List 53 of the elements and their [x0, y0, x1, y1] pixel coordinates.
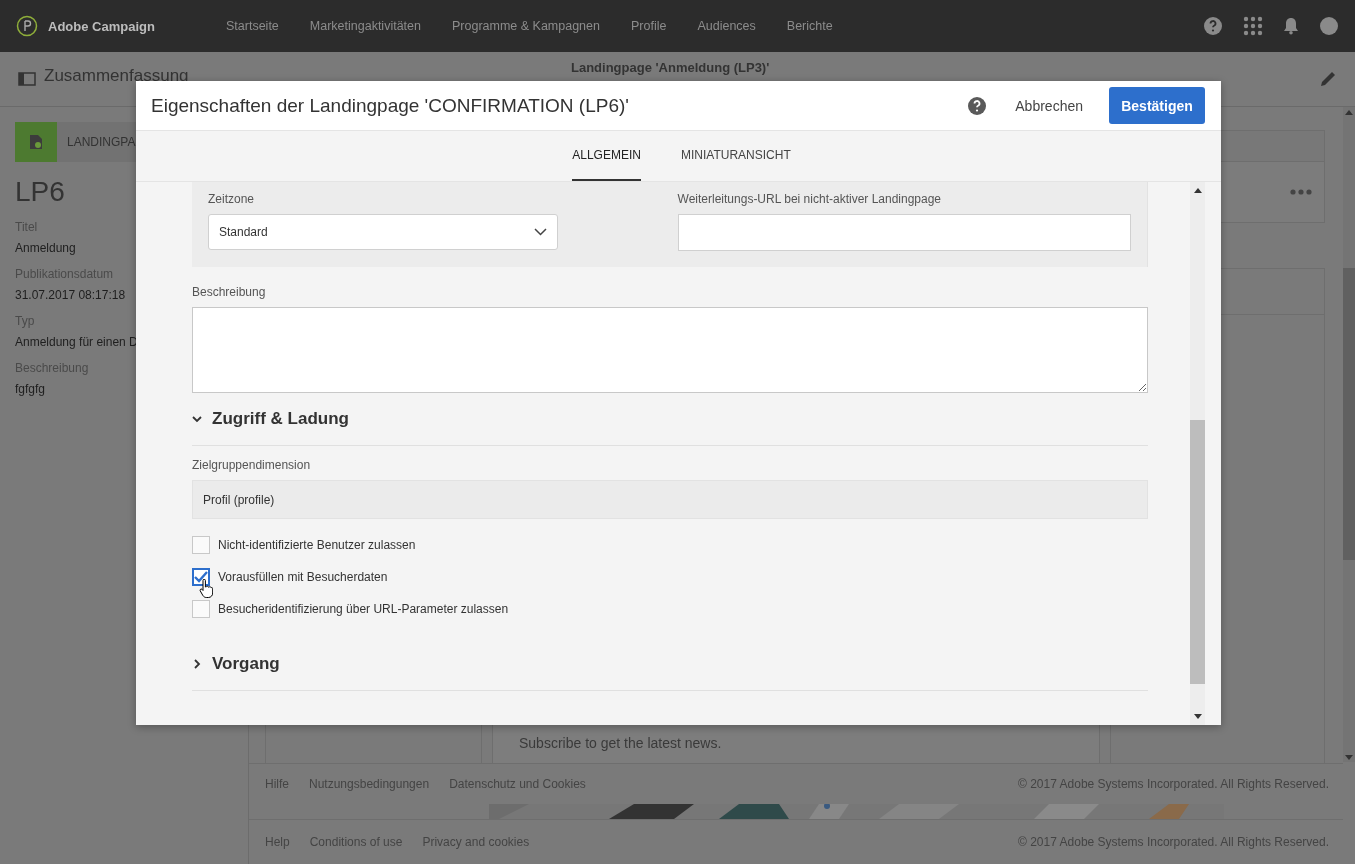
- panel-icon[interactable]: [18, 72, 36, 86]
- chevron-down-icon: [533, 228, 547, 236]
- logo-icon[interactable]: [16, 15, 38, 37]
- apps-grid-icon[interactable]: [1243, 16, 1263, 36]
- scroll-down-icon[interactable]: [1193, 714, 1202, 719]
- timezone-dropdown[interactable]: Standard: [208, 214, 558, 250]
- cancel-button[interactable]: Abbrechen: [1009, 89, 1089, 122]
- checkbox[interactable]: [192, 600, 210, 618]
- section-header[interactable]: Vorgang: [192, 638, 1148, 691]
- field-value: 31.07.2017 08:17:18: [15, 288, 126, 302]
- scroll-thumb[interactable]: [1190, 420, 1205, 684]
- scrollbar[interactable]: [1190, 182, 1205, 725]
- bell-icon[interactable]: [1283, 17, 1299, 35]
- help-icon[interactable]: [1203, 16, 1223, 36]
- page-icon: [29, 134, 43, 150]
- dialog-title: Eigenschaften der Landingpage 'CONFIRMATION (LP6)': [151, 94, 630, 117]
- field-label: Beschreibung: [192, 285, 267, 299]
- nav-link[interactable]: Audiences: [697, 19, 756, 33]
- field-label: Zeitzone: [208, 192, 256, 206]
- checkbox-label[interactable]: Nicht-identifizierte Benutzer zulassen: [218, 538, 416, 552]
- avatar-icon[interactable]: [1319, 16, 1339, 36]
- more-icon[interactable]: [1290, 189, 1312, 195]
- field-label: Zielgruppendimension: [192, 458, 312, 472]
- type-label: LANDINGPA: [67, 135, 136, 149]
- nav-link[interactable]: Startseite: [226, 19, 279, 33]
- checkbox[interactable]: [192, 536, 210, 554]
- confirm-button[interactable]: Bestätigen: [1109, 87, 1205, 124]
- hand-cursor-icon: [199, 579, 213, 598]
- teaser-text: Subscribe to get the latest news.: [519, 735, 722, 751]
- checkbox-label[interactable]: Besucheridentifizierung über URL-Parameter zulassen: [218, 602, 509, 616]
- help-icon[interactable]: [967, 95, 988, 116]
- scrollbar[interactable]: [1343, 107, 1355, 762]
- tab[interactable]: MINIATURANSICHT: [680, 131, 791, 181]
- checkbox-label[interactable]: Vorausfüllen mit Besucherdaten: [218, 570, 388, 584]
- scroll-thumb[interactable]: [1343, 268, 1355, 560]
- section-header[interactable]: Zugriff & Ladung: [192, 393, 1148, 446]
- nav-link[interactable]: Marketingaktivitäten: [309, 19, 421, 33]
- nav-link[interactable]: Profile: [631, 19, 667, 33]
- summary-title: Zusammenfassung: [44, 66, 189, 86]
- checkbox[interactable]: [192, 568, 210, 586]
- scroll-up-icon[interactable]: [1193, 188, 1202, 193]
- edit-icon[interactable]: [1319, 70, 1337, 88]
- item-name: LP6: [15, 176, 65, 208]
- url-input-field[interactable]: [677, 214, 1131, 251]
- nav-link[interactable]: Berichte: [786, 19, 833, 33]
- description-field[interactable]: [192, 307, 1148, 393]
- nav-link[interactable]: Programme & Kampagnen: [452, 19, 600, 33]
- page-title[interactable]: Landingpage 'Anmeldung (LP3)': [571, 60, 770, 75]
- chevron-icon: [192, 659, 202, 669]
- audience-field[interactable]: Profil (profile): [192, 480, 1148, 519]
- app-name: Adobe Campaign: [48, 18, 155, 34]
- chevron-icon: [192, 414, 202, 424]
- field-label: Weiterleitungs-URL bei nicht-aktiver Landingpage: [677, 192, 943, 206]
